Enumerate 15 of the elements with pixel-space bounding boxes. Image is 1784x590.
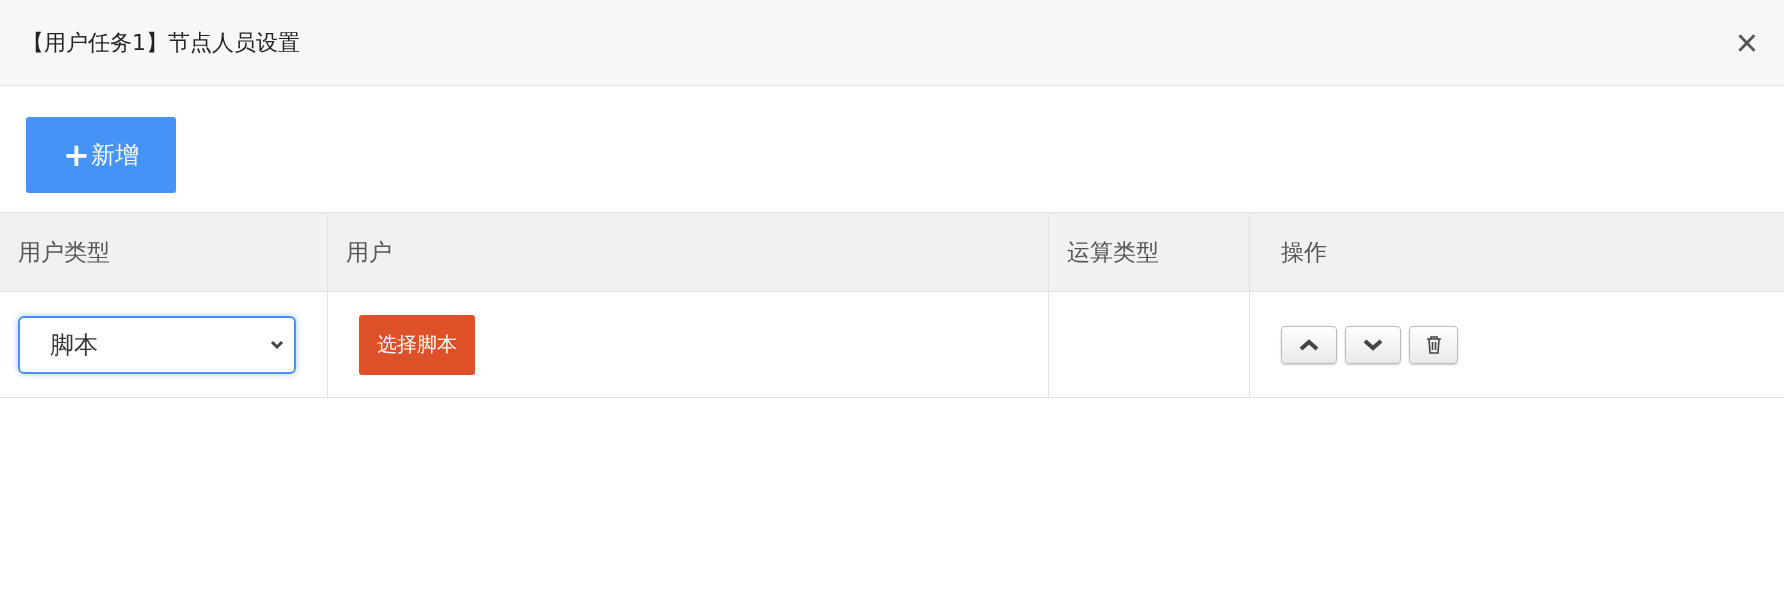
delete-button[interactable] [1409,325,1458,364]
dialog-title: 【用户任务1】节点人员设置 [22,28,300,57]
trash-icon [1424,334,1443,355]
move-down-button[interactable] [1345,325,1401,364]
user-type-select[interactable]: 脚本 [18,315,296,374]
column-header: 用户 [327,212,1049,292]
chevron-down-icon [270,339,284,350]
chevron-down-icon [1362,337,1384,352]
select-script-button[interactable]: 选择脚本 [359,314,475,375]
move-up-button[interactable] [1281,325,1337,364]
chevron-up-icon [1298,337,1320,352]
close-button[interactable]: × [1729,23,1764,62]
column-header: 用户类型 [0,212,328,292]
column-header: 运算类型 [1048,212,1250,292]
column-header: 操作 [1249,212,1784,292]
